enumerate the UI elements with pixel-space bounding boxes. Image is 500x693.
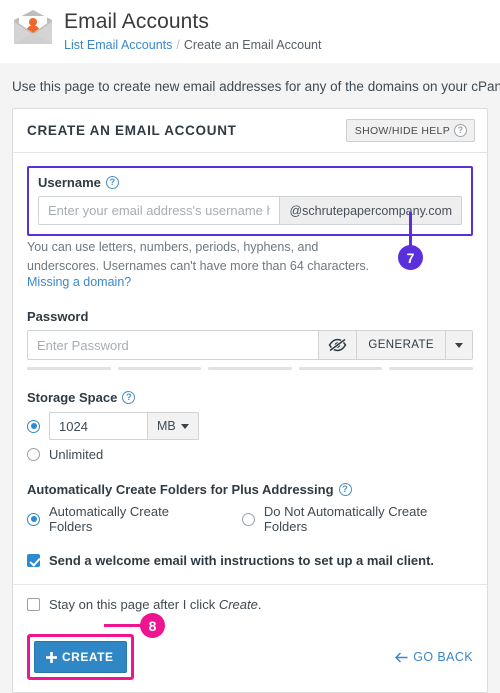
- storage-limited-row: MB: [27, 412, 473, 440]
- strength-segment: [208, 367, 292, 370]
- stay-on-page-text-after: .: [257, 597, 262, 612]
- create-button-label: CREATE: [62, 650, 114, 664]
- plus-addressing-no-label: Do Not Automatically Create Folders: [263, 504, 428, 534]
- stay-on-page-checkbox[interactable]: [27, 598, 40, 611]
- password-label: Password: [27, 309, 89, 324]
- page-header: Email Accounts List Email Accounts / Creat…: [0, 0, 500, 63]
- email-envelope-user-icon: [12, 8, 54, 46]
- annotation-leader-line-8: [104, 624, 144, 627]
- strength-segment: [298, 367, 383, 370]
- plus-addressing-label-row: Automatically Create Folders for Plus Ad…: [27, 482, 473, 497]
- plus-addressing-label: Automatically Create Folders for Plus Ad…: [27, 482, 334, 497]
- plus-icon: [46, 651, 57, 663]
- welcome-email-row[interactable]: Send a welcome email with instructions t…: [27, 553, 473, 568]
- annotation-badge-7: 7: [398, 245, 423, 270]
- storage-space-section: Storage Space ? MB Unlimited: [27, 390, 473, 462]
- create-button-highlight: CREATE: [27, 634, 135, 680]
- plus-addressing-no-radio[interactable]: [241, 512, 255, 526]
- password-input[interactable]: [27, 330, 319, 360]
- strength-segment: [389, 367, 473, 370]
- page-title: Email Accounts: [64, 10, 209, 33]
- arrow-left-icon: [395, 651, 408, 663]
- password-section: Password GENERATE: [27, 309, 473, 370]
- welcome-email-checkbox[interactable]: [27, 554, 40, 567]
- storage-quota-input[interactable]: [49, 412, 147, 440]
- missing-a-domain-link[interactable]: Missing a domain?: [27, 275, 131, 289]
- annotation-badge-8: 8: [140, 613, 165, 638]
- stay-on-page-row[interactable]: Stay on this page after I click Create.: [27, 597, 473, 612]
- username-input[interactable]: [38, 196, 281, 225]
- domain-suffix-label: @schrutepapercompany.com: [280, 196, 462, 225]
- storage-space-label: Storage Space: [27, 390, 118, 405]
- welcome-email-label: Send a welcome email with instructions t…: [49, 553, 435, 568]
- annotation-leader-line-7: [409, 212, 412, 248]
- username-label-row: Username ?: [38, 175, 462, 190]
- generate-password-button[interactable]: GENERATE: [356, 330, 445, 360]
- show-hide-help-label: SHOW/HIDE HELP: [354, 124, 450, 137]
- go-back-link[interactable]: GO BACK: [395, 650, 473, 664]
- eye-slash-icon[interactable]: [318, 330, 357, 360]
- stay-on-page-label: Stay on this page after I click Create.: [49, 597, 261, 612]
- chevron-down-icon: [180, 423, 189, 429]
- go-back-label: GO BACK: [413, 650, 473, 664]
- strength-segment: [27, 367, 111, 370]
- storage-unlimited-radio[interactable]: [27, 448, 40, 461]
- stay-on-page-text-before: Stay on this page after I click: [49, 597, 219, 612]
- plus-addressing-yes-label: Automatically Create Folders: [49, 504, 169, 534]
- breadcrumb: List Email Accounts / Create an Email Acco…: [64, 37, 321, 53]
- create-button[interactable]: CREATE: [34, 641, 128, 673]
- storage-unit-dropdown[interactable]: MB: [147, 412, 199, 440]
- card-header: CREATE AN EMAIL ACCOUNT SHOW/HIDE HELP ?: [13, 109, 487, 153]
- username-field-group: Username ? @schrutepapercompany.com: [27, 166, 473, 236]
- plus-addressing-section: Automatically Create Folders for Plus Ad…: [27, 482, 473, 534]
- storage-space-label-row: Storage Space ?: [27, 390, 473, 405]
- chevron-down-icon[interactable]: [445, 330, 473, 360]
- page-description: Use this page to create new email addres…: [0, 63, 500, 108]
- stay-on-page-text-italic: Create: [218, 597, 258, 612]
- plus-addressing-yes-radio[interactable]: [27, 512, 40, 526]
- storage-unlimited-label: Unlimited: [49, 447, 104, 462]
- breadcrumb-current: Create an Email Account: [183, 38, 322, 52]
- question-circle-icon[interactable]: ?: [122, 391, 136, 404]
- create-email-account-card: CREATE AN EMAIL ACCOUNT SHOW/HIDE HELP ?…: [12, 108, 488, 693]
- breadcrumb-separator: /: [176, 38, 180, 52]
- strength-segment: [117, 367, 202, 370]
- card-title: CREATE AN EMAIL ACCOUNT: [27, 123, 237, 138]
- section-divider: [13, 584, 487, 585]
- show-hide-help-button[interactable]: SHOW/HIDE HELP ?: [345, 119, 475, 142]
- question-circle-icon[interactable]: ?: [105, 176, 119, 189]
- storage-unit-label: MB: [157, 419, 176, 433]
- card-footer: CREATE GO BACK: [13, 624, 487, 692]
- question-circle-icon[interactable]: ?: [338, 483, 352, 496]
- password-strength-meter: [27, 367, 473, 370]
- storage-unlimited-row[interactable]: Unlimited: [27, 447, 473, 462]
- storage-limited-radio[interactable]: [27, 419, 40, 433]
- breadcrumb-link-list-email-accounts[interactable]: List Email Accounts: [64, 38, 172, 52]
- username-label: Username: [38, 175, 101, 190]
- question-circle-icon: ?: [454, 124, 467, 137]
